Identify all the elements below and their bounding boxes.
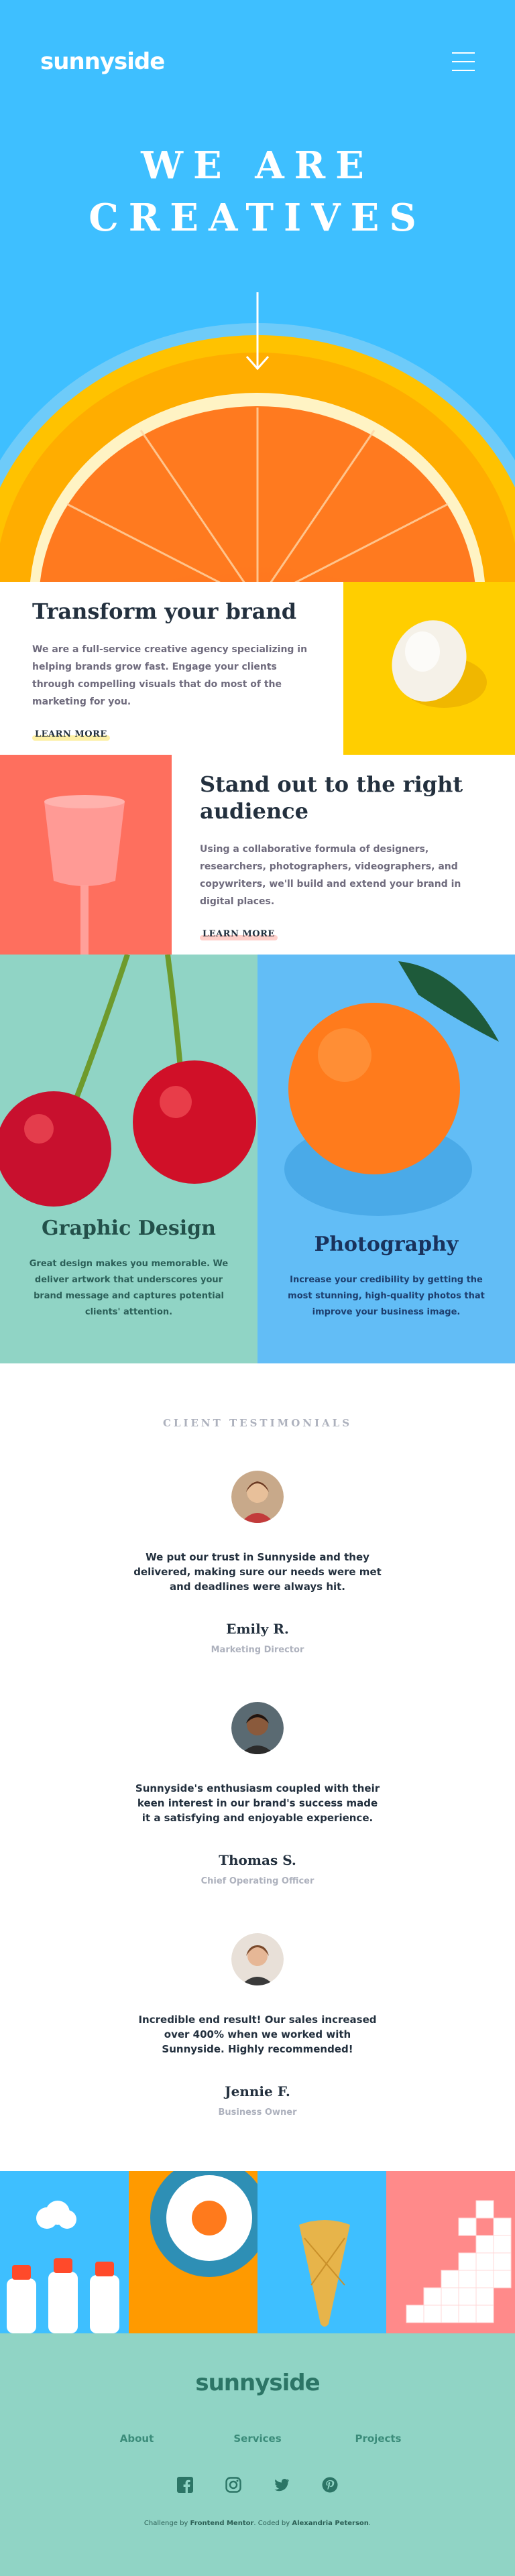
frontend-mentor-link[interactable]: Frontend Mentor (190, 2520, 254, 2527)
gallery-cone-image (258, 2171, 386, 2333)
attribution-prefix: Challenge by (144, 2520, 188, 2527)
gallery-milk-bottles-image (0, 2171, 129, 2333)
site-logo[interactable]: sunnyside (40, 48, 165, 75)
attribution-end: . (368, 2520, 371, 2527)
learn-more-link[interactable]: LEARN MORE (200, 929, 278, 940)
testimonial-quote: Incredible end result! Our sales increas… (138, 2014, 377, 2055)
gallery (0, 2171, 515, 2333)
footer-nav-projects[interactable]: Projects (318, 2433, 439, 2445)
feature-standout: Stand out to the right audience Using a … (0, 755, 515, 955)
footer-nav: About Services Projects (0, 2433, 515, 2445)
testimonials: CLIENT TESTIMONIALS We put our trust in … (0, 1363, 515, 2171)
avatar (231, 1471, 284, 1523)
hero-title-line-2: CREATIVES (89, 196, 426, 240)
testimonial-name: Thomas S. (219, 1852, 296, 1868)
learn-more-link[interactable]: LEARN MORE (32, 729, 110, 741)
footer-nav-about[interactable]: About (76, 2433, 197, 2445)
avatar (231, 1702, 284, 1754)
service-photography: Photography Increase your credibility by… (258, 955, 515, 1363)
feature-text: Transform your brand We are a full-servi… (0, 582, 343, 755)
hero-title: WE ARE CREATIVES (0, 139, 515, 244)
testimonial-role: Marketing Director (211, 1645, 304, 1655)
testimonial-quote: We put our trust in Sunnyside and they d… (133, 1551, 382, 1593)
footer: sunnyside About Services Projects Challe… (0, 2333, 515, 2576)
testimonial-name: Emily R. (226, 1621, 289, 1637)
service-body: Great design makes you memorable. We del… (29, 1259, 229, 1317)
hero-title-line-1: WE ARE (141, 143, 374, 188)
feature-transform: Transform your brand We are a full-servi… (0, 582, 515, 755)
service-body: Increase your credibility by getting the… (288, 1275, 485, 1317)
testimonial-role: Business Owner (218, 2107, 297, 2118)
author-link[interactable]: Alexandria Peterson (292, 2520, 369, 2527)
attribution: Challenge by Frontend Mentor. Coded by A… (0, 2520, 515, 2527)
gallery-sugar-cubes-image (386, 2171, 515, 2333)
testimonial-role: Chief Operating Officer (201, 1876, 314, 1886)
avatar (231, 1933, 284, 1985)
top-nav: sunnyside (40, 48, 475, 75)
gallery-orange-plate-image (129, 2171, 258, 2333)
testimonial-quote: Sunnyside's enthusiasm coupled with thei… (135, 1782, 380, 1824)
footer-logo[interactable]: sunnyside (0, 2370, 515, 2396)
hero: sunnyside WE ARE CREATIVES (0, 0, 515, 582)
testimonial-name: Jennie F. (225, 2083, 290, 2099)
feature-body: Using a collaborative formula of designe… (200, 843, 461, 907)
hamburger-icon[interactable] (452, 52, 475, 71)
arrow-down-icon[interactable] (245, 292, 270, 373)
attribution-mid: . Coded by (253, 2520, 290, 2527)
service-graphic-design: Graphic Design Great design makes you me… (0, 955, 258, 1363)
feature-title: Transform your brand (32, 598, 297, 624)
feature-text: Stand out to the right audience Using a … (172, 755, 515, 955)
feature-body: We are a full-service creative agency sp… (32, 643, 308, 707)
testimonial-card: We put our trust in Sunnyside and they d… (0, 1471, 515, 1655)
testimonial-card: Sunnyside's enthusiasm coupled with thei… (0, 1702, 515, 1886)
feature-title: Stand out to the right audience (200, 771, 463, 824)
footer-nav-services[interactable]: Services (197, 2433, 318, 2445)
services: Graphic Design Great design makes you me… (0, 955, 515, 1363)
testimonials-label: CLIENT TESTIMONIALS (162, 1417, 353, 1429)
service-title: Photography (314, 1233, 459, 1256)
testimonial-card: Incredible end result! Our sales increas… (0, 1933, 515, 2118)
egg-image (343, 582, 515, 755)
cup-image (0, 755, 172, 955)
service-title: Graphic Design (42, 1217, 216, 1240)
